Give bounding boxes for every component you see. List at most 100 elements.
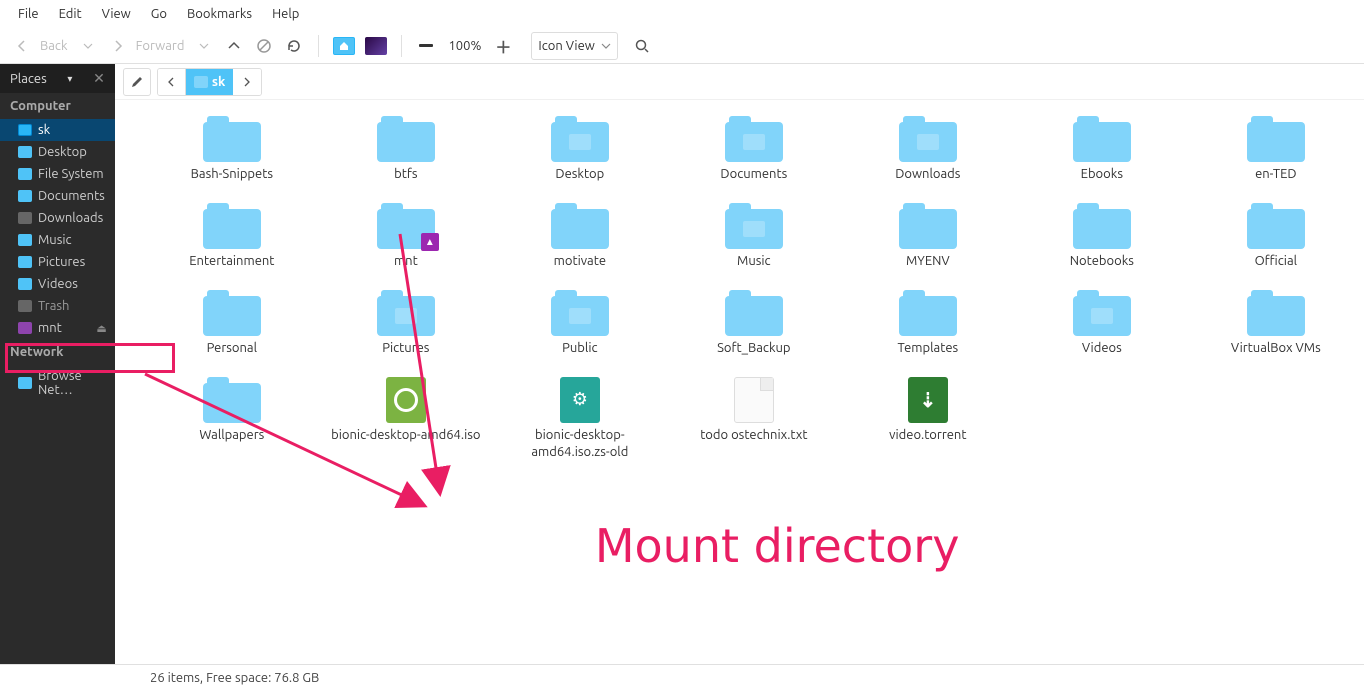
eject-icon[interactable]: ⏏: [96, 322, 106, 335]
path-segment-current[interactable]: sk: [186, 69, 233, 95]
computer-icon: [365, 37, 387, 55]
file-label: Videos: [1082, 340, 1122, 357]
file-label: Desktop: [555, 166, 604, 183]
file-item[interactable]: Soft_Backup: [667, 284, 841, 371]
parent-button[interactable]: [220, 32, 248, 60]
file-item[interactable]: btfs: [319, 110, 493, 197]
menu-help[interactable]: Help: [262, 3, 309, 25]
sidebar-item-mnt[interactable]: mnt⏏: [0, 317, 115, 339]
file-item[interactable]: Pictures: [319, 284, 493, 371]
forward-menu-button[interactable]: [190, 32, 218, 60]
back-button[interactable]: [8, 32, 36, 60]
zoom-in-button[interactable]: ＋: [489, 32, 517, 60]
file-item[interactable]: Official: [1189, 197, 1363, 284]
reload-button[interactable]: [280, 32, 308, 60]
file-label: en-TED: [1255, 166, 1297, 183]
computer-button[interactable]: [361, 32, 391, 60]
folder-icon: [725, 203, 783, 249]
file-item[interactable]: ⇣video.torrent: [841, 371, 1015, 475]
sidebar-header[interactable]: Places ▾ ✕: [0, 64, 115, 93]
menu-edit[interactable]: Edit: [49, 3, 92, 25]
file-item[interactable]: Documents: [667, 110, 841, 197]
file-label: Notebooks: [1070, 253, 1134, 270]
toolbar-separator: [318, 35, 319, 57]
file-item[interactable]: Desktop: [493, 110, 667, 197]
search-button[interactable]: [628, 32, 656, 60]
file-item[interactable]: motivate: [493, 197, 667, 284]
sidebar-item-label: sk: [38, 123, 50, 137]
forward-button[interactable]: [104, 32, 132, 60]
sidebar-item-label: Music: [38, 233, 72, 247]
sidebar-close-button[interactable]: ✕: [93, 70, 105, 87]
zoom-level: 100%: [442, 39, 487, 53]
edit-path-button[interactable]: [123, 68, 151, 96]
back-menu-button[interactable]: [74, 32, 102, 60]
sidebar-item-file-system[interactable]: File System: [0, 163, 115, 185]
path-next-button[interactable]: [233, 68, 261, 96]
sidebar-item-documents[interactable]: Documents: [0, 185, 115, 207]
sidebar-item-label: File System: [38, 167, 104, 181]
sidebar-item-trash[interactable]: Trash: [0, 295, 115, 317]
chevron-left-icon: [166, 77, 176, 87]
folder-icon: [1247, 116, 1305, 162]
plus-icon: ＋: [495, 34, 511, 58]
sidebar-item-downloads[interactable]: Downloads: [0, 207, 115, 229]
file-item[interactable]: ⚙bionic-desktop-amd64.iso.zs-old: [493, 371, 667, 475]
file-item[interactable]: Videos: [1015, 284, 1189, 371]
menu-bookmarks[interactable]: Bookmarks: [177, 3, 262, 25]
file-label: btfs: [394, 166, 417, 183]
file-item[interactable]: Templates: [841, 284, 1015, 371]
file-item[interactable]: Entertainment: [145, 197, 319, 284]
file-item[interactable]: MYENV: [841, 197, 1015, 284]
sidebar: Places ▾ ✕ ComputerskDesktopFile SystemD…: [0, 64, 115, 664]
mount-badge-icon: ▲: [421, 233, 439, 251]
sidebar-item-desktop[interactable]: Desktop: [0, 141, 115, 163]
file-label: Templates: [898, 340, 959, 357]
sidebar-item-videos[interactable]: Videos: [0, 273, 115, 295]
file-item[interactable]: ▲mnt: [319, 197, 493, 284]
file-item[interactable]: Notebooks: [1015, 197, 1189, 284]
view-mode-select[interactable]: Icon View: [531, 32, 617, 60]
desktop-emblem-icon: [569, 134, 591, 150]
file-item[interactable]: todo ostechnix.txt: [667, 371, 841, 475]
folder-icon: [18, 278, 32, 290]
file-item[interactable]: Wallpapers: [145, 371, 319, 475]
icon-grid[interactable]: Bash-Snippets btfs Desktop DocumentsDownloa…: [115, 100, 1364, 664]
chevron-down-icon: ▾: [67, 73, 72, 85]
file-item[interactable]: Public: [493, 284, 667, 371]
folder-icon: [18, 377, 32, 389]
file-item[interactable]: Personal: [145, 284, 319, 371]
menu-file[interactable]: File: [8, 3, 49, 25]
file-label: Public: [562, 340, 597, 357]
sidebar-item-pictures[interactable]: Pictures: [0, 251, 115, 273]
path-prev-button[interactable]: [158, 68, 186, 96]
sidebar-item-label: Documents: [38, 189, 105, 203]
file-item[interactable]: VirtualBox VMs: [1189, 284, 1363, 371]
menu-go[interactable]: Go: [141, 3, 177, 25]
sidebar-item-label: Downloads: [38, 211, 103, 225]
sidebar-item-browse-net-[interactable]: Browse Net…: [0, 365, 115, 401]
file-item[interactable]: Ebooks: [1015, 110, 1189, 197]
pathbar: sk: [115, 64, 1364, 100]
main-area: sk Bash-Snippets btfs Desktop DocumentsDown…: [115, 64, 1364, 664]
search-icon: [634, 38, 650, 54]
file-item[interactable]: Music: [667, 197, 841, 284]
folder-icon: [18, 212, 32, 224]
file-item[interactable]: Bash-Snippets: [145, 110, 319, 197]
zoom-out-button[interactable]: [412, 32, 440, 60]
folder-icon: [899, 290, 957, 336]
chevron-down-icon: [601, 41, 611, 51]
content: Places ▾ ✕ ComputerskDesktopFile SystemD…: [0, 64, 1364, 664]
sidebar-item-music[interactable]: Music: [0, 229, 115, 251]
file-item[interactable]: Downloads: [841, 110, 1015, 197]
home-icon: [333, 37, 355, 55]
stop-button[interactable]: [250, 32, 278, 60]
file-item[interactable]: en-TED: [1189, 110, 1363, 197]
menu-view[interactable]: View: [92, 3, 141, 25]
folder-icon: [1073, 290, 1131, 336]
file-item[interactable]: bionic-desktop-amd64.iso: [319, 371, 493, 475]
folder-icon: [377, 290, 435, 336]
home-button[interactable]: [329, 32, 359, 60]
menubar: FileEditViewGoBookmarksHelp: [0, 0, 1364, 28]
sidebar-item-sk[interactable]: sk: [0, 119, 115, 141]
